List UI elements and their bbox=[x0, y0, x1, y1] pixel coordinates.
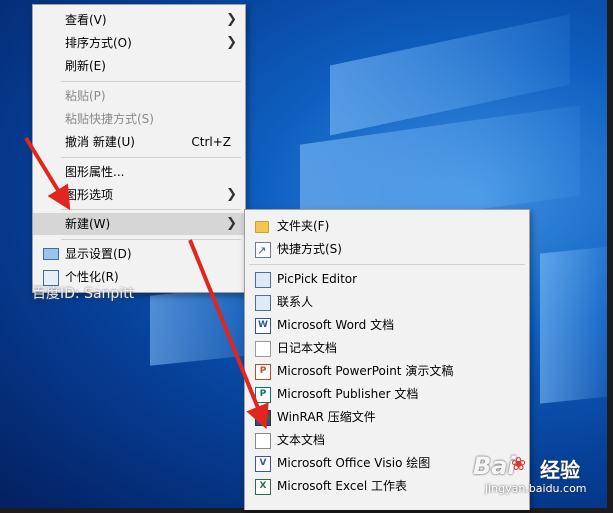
submenu-item-contact[interactable]: 联系人 bbox=[245, 291, 529, 313]
word-icon: W bbox=[255, 318, 271, 334]
submenu-item-label: Microsoft Office Visio 绘图 bbox=[277, 456, 431, 470]
submenu-item-label: WinRAR 压缩文件 bbox=[277, 410, 376, 424]
menu-item-label: 查看(V) bbox=[65, 13, 107, 27]
light-beam bbox=[540, 246, 610, 404]
submenu-item-folder[interactable]: 文件夹(F) bbox=[245, 215, 529, 237]
submenu-item-word[interactable]: W Microsoft Word 文档 bbox=[245, 314, 529, 336]
menu-separator bbox=[249, 264, 525, 265]
menu-item-display-settings[interactable]: 显示设置(D) bbox=[33, 243, 245, 265]
submenu-item-label: Microsoft Excel 工作表 bbox=[277, 479, 408, 493]
menu-separator bbox=[61, 209, 241, 210]
submenu-item-label: 日记本文档 bbox=[277, 341, 338, 355]
submenu-item-label: Microsoft Word 文档 bbox=[277, 318, 395, 332]
menu-item-paste[interactable]: 粘贴(P) bbox=[33, 85, 245, 107]
chevron-right-icon: ❯ bbox=[226, 35, 237, 50]
submenu-item-winrar[interactable]: WinRAR 压缩文件 bbox=[245, 406, 529, 428]
submenu-item-label: Microsoft PowerPoint 演示文稿 bbox=[277, 364, 454, 378]
menu-item-graphics-properties[interactable]: 图形属性... bbox=[33, 161, 245, 183]
shortcut-icon bbox=[255, 240, 271, 262]
submenu-item-picpick[interactable]: PicPick Editor bbox=[245, 268, 529, 290]
menu-item-label: 图形选项 bbox=[65, 188, 114, 202]
menu-item-shortcut: Ctrl+Z bbox=[191, 135, 231, 149]
menu-item-view[interactable]: 查看(V) ❯ bbox=[33, 9, 245, 31]
menu-item-new[interactable]: 新建(W) ❯ bbox=[33, 213, 245, 235]
menu-item-label: 图形属性... bbox=[65, 165, 125, 179]
menu-item-label: 粘贴快捷方式(S) bbox=[65, 112, 154, 126]
contact-icon bbox=[255, 295, 271, 311]
text-document-icon bbox=[255, 433, 271, 449]
menu-separator bbox=[61, 81, 241, 82]
winrar-icon bbox=[255, 410, 271, 426]
menu-item-label: 撤消 新建(U) bbox=[65, 135, 135, 149]
submenu-item-label: 文件夹(F) bbox=[277, 219, 330, 233]
submenu-item-text-document[interactable]: 文本文档 bbox=[245, 429, 529, 451]
publisher-icon: P bbox=[255, 387, 271, 403]
watermark-text: 百度ID: Sanpitt bbox=[32, 286, 135, 302]
paw-icon: ❀ bbox=[511, 454, 527, 475]
menu-separator bbox=[61, 157, 241, 158]
chevron-right-icon: ❯ bbox=[226, 187, 237, 202]
folder-icon bbox=[255, 221, 269, 233]
journal-icon bbox=[255, 341, 271, 357]
menu-item-sort-by[interactable]: 排序方式(O) ❯ bbox=[33, 32, 245, 54]
submenu-item-journal[interactable]: 日记本文档 bbox=[245, 337, 529, 359]
display-settings-icon bbox=[43, 248, 59, 260]
chevron-right-icon: ❯ bbox=[226, 12, 237, 27]
menu-item-label: 排序方式(O) bbox=[65, 36, 132, 50]
menu-item-label: 显示设置(D) bbox=[65, 247, 132, 261]
watermark-brand: 经验 bbox=[540, 458, 580, 482]
menu-separator bbox=[61, 239, 241, 240]
visio-icon: V bbox=[255, 456, 271, 472]
chevron-right-icon: ❯ bbox=[226, 216, 237, 231]
submenu-item-powerpoint[interactable]: P Microsoft PowerPoint 演示文稿 bbox=[245, 360, 529, 382]
frame-edge bbox=[607, 0, 613, 513]
watermark-logo-text: Bai bbox=[473, 452, 516, 480]
desktop-context-menu: 查看(V) ❯ 排序方式(O) ❯ 刷新(E) 粘贴(P) 粘贴快捷方式(S) … bbox=[32, 4, 246, 293]
picpick-icon bbox=[255, 272, 271, 288]
submenu-item-label: 文本文档 bbox=[277, 433, 326, 447]
menu-item-refresh[interactable]: 刷新(E) bbox=[33, 55, 245, 77]
submenu-item-label: PicPick Editor bbox=[277, 272, 358, 286]
menu-item-label: 新建(W) bbox=[65, 217, 111, 231]
powerpoint-icon: P bbox=[255, 364, 271, 380]
menu-item-undo-new[interactable]: 撤消 新建(U) Ctrl+Z bbox=[33, 131, 245, 153]
menu-item-label: 刷新(E) bbox=[65, 59, 106, 73]
menu-item-graphics-options[interactable]: 图形选项 ❯ bbox=[33, 184, 245, 206]
menu-item-label: 粘贴(P) bbox=[65, 89, 106, 103]
menu-item-paste-shortcut[interactable]: 粘贴快捷方式(S) bbox=[33, 108, 245, 130]
submenu-item-label: 联系人 bbox=[277, 295, 314, 309]
submenu-item-publisher[interactable]: P Microsoft Publisher 文档 bbox=[245, 383, 529, 405]
submenu-item-shortcut[interactable]: 快捷方式(S) bbox=[245, 238, 529, 262]
watermark-url: jingyan.baidu.com bbox=[485, 482, 587, 495]
baidu-jingyan-watermark: Bai ❀ 经验 jingyan.baidu.com bbox=[473, 452, 587, 500]
excel-icon: X bbox=[255, 479, 271, 495]
submenu-item-label: Microsoft Publisher 文档 bbox=[277, 387, 419, 401]
submenu-item-label: 快捷方式(S) bbox=[277, 242, 342, 256]
